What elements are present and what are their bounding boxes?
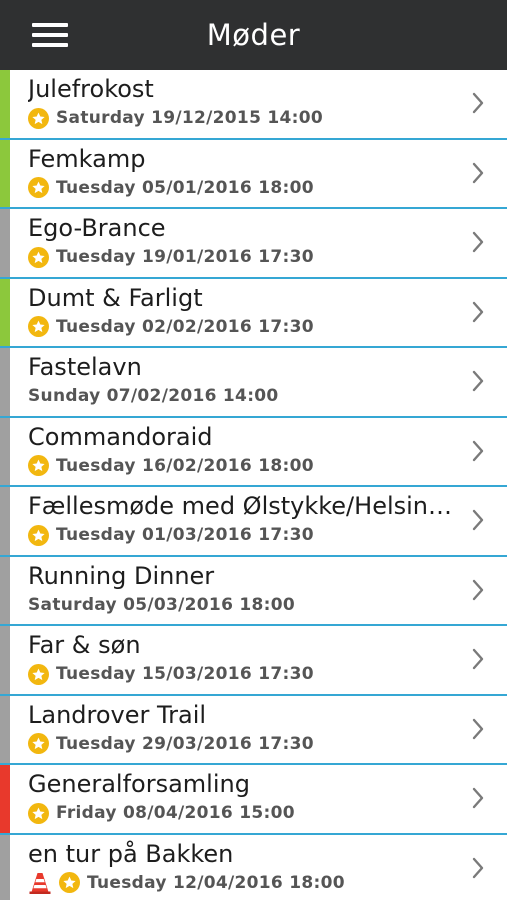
meeting-row[interactable]: Ego-Brance Tuesday 19/01/2016 17:30 (0, 209, 507, 279)
status-strip (0, 556, 10, 624)
chevron-right-icon[interactable] (471, 718, 485, 740)
page-title: Møder (206, 18, 301, 52)
status-strip (0, 209, 10, 277)
meeting-title: en tur på Bakken (28, 839, 234, 868)
meeting-row[interactable]: Landrover Trail Tuesday 29/03/2016 17:30 (0, 695, 507, 765)
status-strip (0, 695, 10, 763)
status-strip (0, 765, 10, 833)
meeting-subline: Saturday 19/12/2015 14:00 (28, 106, 323, 130)
star-icon (59, 872, 80, 893)
meeting-date: Tuesday 19/01/2016 17:30 (56, 247, 314, 267)
chevron-right-icon[interactable] (471, 162, 485, 184)
meeting-date: Saturday 05/03/2016 18:00 (28, 594, 296, 615)
status-strip (0, 626, 10, 694)
meeting-date: Tuesday 12/04/2016 18:00 (87, 872, 345, 893)
chevron-right-icon[interactable] (471, 301, 485, 323)
meeting-row[interactable]: Dumt & Farligt Tuesday 02/02/2016 17:30 (0, 278, 507, 348)
traffic-cone-icon (28, 871, 52, 895)
meeting-date: Tuesday 02/02/2016 17:30 (56, 316, 314, 337)
top-bar: Møder (0, 0, 507, 70)
star-icon (28, 455, 49, 476)
meeting-date: Sunday 07/02/2016 14:00 (28, 386, 279, 406)
chevron-right-icon[interactable] (471, 370, 485, 392)
status-strip (0, 417, 10, 485)
meeting-subline: Tuesday 16/02/2016 18:00 (28, 454, 314, 478)
meeting-title: Generalforsamling (28, 770, 250, 798)
meeting-title: Far & søn (28, 631, 141, 659)
star-icon (28, 663, 49, 685)
meeting-date: Tuesday 01/03/2016 17:30 (56, 525, 314, 545)
meeting-row[interactable]: Generalforsamling Friday 08/04/2016 15:00 (0, 765, 507, 835)
meeting-subline: Tuesday 02/02/2016 17:30 (28, 315, 314, 339)
chevron-right-icon[interactable] (471, 857, 485, 879)
meeting-date: Tuesday 15/03/2016 17:30 (56, 664, 314, 684)
star-icon (28, 107, 49, 129)
chevron-right-icon[interactable] (471, 579, 485, 601)
chevron-right-icon[interactable] (471, 231, 485, 253)
meeting-subline: Saturday 05/03/2016 18:00 (28, 593, 295, 617)
meeting-row[interactable]: Far & søn Tuesday 15/03/2016 17:30 (0, 626, 507, 696)
star-icon (28, 733, 49, 754)
meeting-title: Commandoraid (28, 422, 213, 451)
meeting-subline: Tuesday 01/03/2016 17:30 (28, 523, 314, 547)
meeting-title: Julefrokost (28, 75, 154, 103)
star-icon (28, 524, 49, 546)
meeting-title: Fællesmøde med Ølstykke/Helsinge (28, 492, 456, 520)
meeting-subline: Friday 08/04/2016 15:00 (28, 801, 295, 825)
meeting-subline: Sunday 07/02/2016 14:00 (28, 384, 279, 408)
meeting-date: Friday 08/04/2016 15:00 (56, 803, 295, 823)
status-strip (0, 348, 10, 416)
meeting-date: Saturday 19/12/2015 14:00 (56, 108, 324, 128)
meeting-row[interactable]: Commandoraid Tuesday 16/02/2016 18:00 (0, 417, 507, 487)
star-icon (28, 177, 49, 198)
meeting-title: Dumt & Farligt (28, 283, 203, 312)
meeting-row[interactable]: Fællesmøde med Ølstykke/Helsinge Tuesday … (0, 487, 507, 557)
star-icon (28, 246, 49, 268)
meeting-list: Julefrokost Saturday 19/12/2015 14:00 Femk… (0, 70, 507, 900)
star-icon (28, 316, 49, 337)
meeting-row[interactable]: Fastelavn Sunday 07/02/2016 14:00 (0, 348, 507, 418)
chevron-right-icon[interactable] (471, 440, 485, 462)
meeting-date: Tuesday 29/03/2016 17:30 (56, 733, 314, 754)
meeting-row[interactable]: Julefrokost Saturday 19/12/2015 14:00 (0, 70, 507, 140)
chevron-right-icon[interactable] (471, 92, 485, 114)
meeting-subline: Tuesday 05/01/2016 18:00 (28, 176, 314, 200)
meeting-title: Running Dinner (28, 561, 215, 590)
meeting-date: Tuesday 05/01/2016 18:00 (56, 177, 314, 198)
meeting-subline: Tuesday 15/03/2016 17:30 (28, 662, 314, 686)
meeting-row[interactable]: en tur på Bakken Tuesday 12/04/2016 18:00 (0, 834, 507, 900)
status-strip (0, 278, 10, 346)
chevron-right-icon[interactable] (471, 787, 485, 809)
status-strip (0, 487, 10, 555)
meeting-subline: Tuesday 12/04/2016 18:00 (28, 871, 345, 895)
chevron-right-icon[interactable] (471, 648, 485, 670)
meeting-subline: Tuesday 29/03/2016 17:30 (28, 732, 314, 756)
meeting-row[interactable]: Femkamp Tuesday 05/01/2016 18:00 (0, 139, 507, 209)
status-strip (0, 834, 10, 900)
status-strip (0, 139, 10, 207)
meeting-subline: Tuesday 19/01/2016 17:30 (28, 245, 314, 269)
star-icon (28, 802, 49, 824)
status-strip (0, 70, 10, 138)
chevron-right-icon[interactable] (471, 509, 485, 531)
meeting-row[interactable]: Running Dinner Saturday 05/03/2016 18:00 (0, 556, 507, 626)
meeting-date: Tuesday 16/02/2016 18:00 (56, 455, 314, 476)
meeting-title: Femkamp (28, 144, 146, 173)
meeting-title: Ego-Brance (28, 214, 166, 242)
app-screen: Møder Julefrokost Saturday 19/12/2015 14:… (0, 0, 507, 900)
meeting-title: Fastelavn (28, 353, 142, 381)
meeting-title: Landrover Trail (28, 700, 207, 729)
